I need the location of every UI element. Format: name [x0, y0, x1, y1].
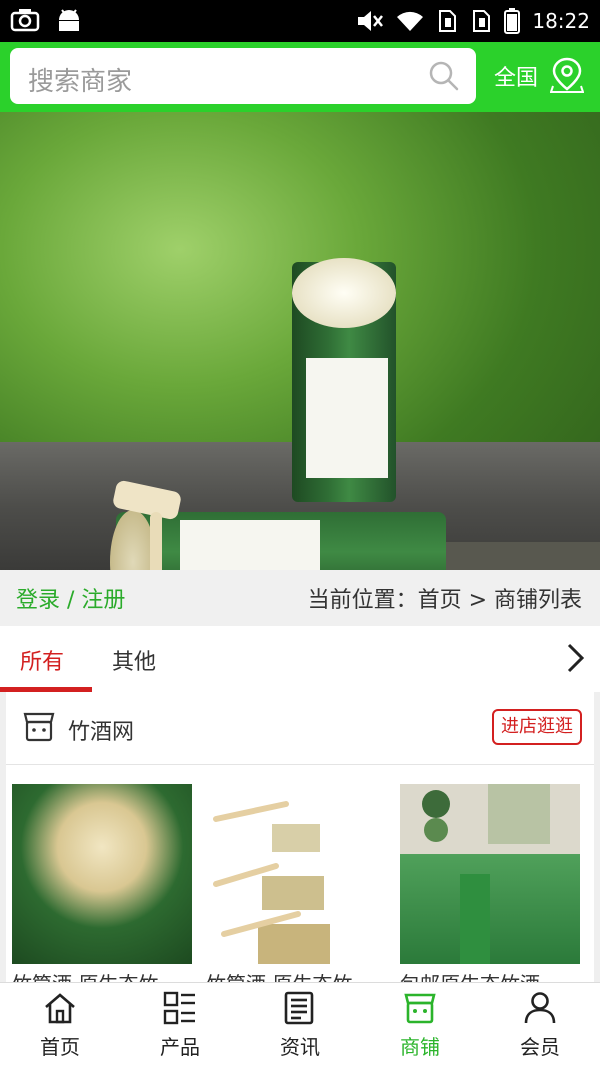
clock: 18:22 — [532, 9, 590, 33]
store-icon — [404, 993, 436, 1024]
tab-other[interactable]: 其他 — [112, 644, 156, 676]
shop-name[interactable]: 竹酒网 — [68, 714, 134, 746]
nav-news[interactable]: 资讯 — [240, 983, 360, 1067]
login-register-link[interactable]: 登录 / 注册 — [16, 582, 125, 614]
screenshot-icon — [10, 9, 40, 32]
status-bar: 18:22 — [0, 0, 600, 42]
top-header: 搜索商家 全国 — [0, 42, 600, 112]
product-photo — [400, 784, 580, 964]
banner-tube-label-lying — [180, 520, 320, 570]
product-image[interactable] — [400, 784, 580, 964]
nav-home[interactable]: 首页 — [0, 983, 120, 1067]
search-input[interactable]: 搜索商家 — [10, 48, 476, 104]
home-icon — [45, 993, 75, 1024]
product-item[interactable]: 竹筒酒 原生态竹... — [12, 784, 192, 982]
grid-list-icon — [163, 991, 195, 1025]
nav-products[interactable]: 产品 — [120, 983, 240, 1067]
nav-label-news: 资讯 — [280, 1035, 320, 1059]
product-item[interactable]: 竹筒酒 原生态竹... — [206, 784, 386, 982]
shop-card: 竹酒网 进店逛逛 竹筒酒 原生态竹... 竹筒酒 原生态竹... — [6, 692, 594, 982]
breadcrumb-bar: 登录 / 注册 当前位置：首页 > 商铺列表 — [0, 570, 600, 626]
product-image[interactable] — [206, 784, 386, 964]
android-icon — [59, 9, 79, 31]
search-placeholder: 搜索商家 — [28, 67, 133, 97]
news-icon — [284, 991, 314, 1025]
shop-list: 竹酒网 进店逛逛 竹筒酒 原生态竹... 竹筒酒 原生态竹... — [0, 692, 600, 982]
store-icon — [23, 712, 55, 742]
chevron-right-icon[interactable] — [564, 642, 586, 674]
tab-all[interactable]: 所有 — [20, 644, 64, 676]
breadcrumb: 当前位置：首页 > 商铺列表 — [307, 588, 582, 613]
battery-icon — [504, 8, 521, 34]
product-title[interactable]: 竹筒酒 原生态竹... — [12, 968, 192, 982]
sim2-icon — [473, 10, 491, 32]
banner-image[interactable] — [0, 112, 600, 570]
search-icon[interactable] — [428, 60, 460, 92]
region-selector[interactable]: 全国 — [494, 60, 538, 92]
mute-icon — [358, 11, 384, 31]
wifi-icon — [397, 11, 424, 31]
bottom-navigation: 首页 产品 资讯 商铺 会员 — [0, 982, 600, 1067]
nav-stores[interactable]: 商铺 — [360, 983, 480, 1067]
product-item[interactable]: 包邮原生态竹酒 ... — [400, 784, 580, 982]
sim1-icon — [439, 10, 457, 32]
location-pin-icon[interactable] — [550, 56, 584, 94]
product-image[interactable] — [12, 784, 192, 964]
product-title[interactable]: 竹筒酒 原生态竹... — [206, 968, 386, 982]
product-title[interactable]: 包邮原生态竹酒 ... — [400, 968, 580, 982]
nav-label-home: 首页 — [40, 1035, 80, 1059]
nav-member[interactable]: 会员 — [480, 983, 600, 1067]
banner-tube-label — [306, 358, 388, 478]
nav-label-member: 会员 — [520, 1035, 560, 1059]
enter-shop-button[interactable]: 进店逛逛 — [492, 709, 582, 745]
category-tabs: 所有 其他 — [0, 626, 600, 692]
user-icon — [524, 992, 556, 1024]
banner-ladle-handle — [150, 512, 162, 570]
nav-label-stores: 商铺 — [400, 1035, 440, 1059]
nav-label-products: 产品 — [160, 1035, 200, 1059]
product-photo — [213, 801, 330, 964]
divider — [6, 764, 594, 765]
banner-tube-cap — [292, 258, 396, 328]
